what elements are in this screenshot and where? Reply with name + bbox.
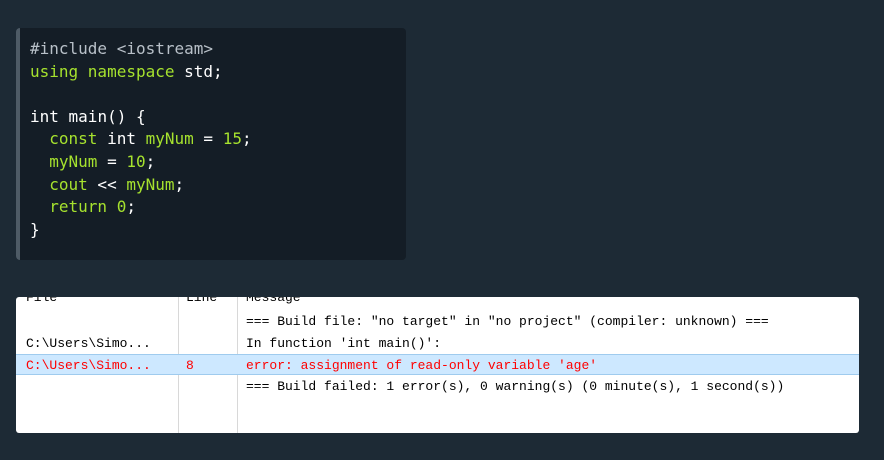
log-row[interactable]: C:\Users\Simo... In function 'int main()'… bbox=[16, 333, 859, 354]
code-line: cout << myNum; bbox=[30, 174, 406, 197]
code-line: const int myNum = 15; bbox=[30, 128, 406, 151]
log-cell-message: error: assignment of read-only variable … bbox=[246, 358, 598, 373]
code-token: cout bbox=[49, 174, 88, 194]
column-header-message[interactable]: Message bbox=[246, 297, 301, 305]
code-token: myNum bbox=[145, 129, 194, 149]
log-cell-message: === Build file: "no target" in "no proje… bbox=[246, 314, 769, 329]
code-token: main() { bbox=[58, 106, 146, 126]
code-token: int bbox=[97, 129, 146, 149]
code-token: ; bbox=[145, 151, 156, 171]
build-log-header: File Line Message bbox=[16, 297, 859, 310]
log-row[interactable]: === Build failed: 1 error(s), 0 warning(… bbox=[16, 376, 859, 397]
code-token: << bbox=[87, 174, 127, 194]
code-line: } bbox=[30, 219, 406, 242]
code-token: 10 bbox=[126, 151, 146, 171]
code-token: using namespace bbox=[30, 61, 175, 81]
code-token: 0 bbox=[116, 197, 127, 217]
code-token: #include <iostream> bbox=[30, 39, 214, 58]
code-token: } bbox=[30, 219, 40, 239]
code-token: 15 bbox=[222, 129, 242, 149]
log-cell-message: === Build failed: 1 error(s), 0 warning(… bbox=[246, 378, 785, 394]
log-cell-message: In function 'int main()': bbox=[246, 335, 442, 351]
code-token: myNum bbox=[126, 174, 175, 194]
column-header-file[interactable]: File bbox=[26, 297, 57, 305]
code-line: myNum = 10; bbox=[30, 151, 406, 174]
code-token: = bbox=[97, 151, 127, 171]
code-line: #include <iostream> bbox=[30, 38, 406, 61]
code-token: ; bbox=[241, 129, 252, 149]
code-token: ; bbox=[174, 174, 185, 194]
log-row[interactable]: === Build file: "no target" in "no proje… bbox=[16, 311, 859, 332]
code-token: std; bbox=[174, 61, 223, 81]
code-token: ; bbox=[126, 197, 136, 217]
build-log-panel[interactable]: File Line Message === Build file: "no ta… bbox=[16, 297, 859, 433]
code-line: return 0; bbox=[30, 196, 406, 219]
column-header-line[interactable]: Line bbox=[186, 297, 217, 305]
code-example: #include <iostream> using namespace std; … bbox=[16, 28, 406, 260]
code-token: myNum bbox=[49, 151, 98, 171]
code-token: int bbox=[30, 106, 59, 126]
log-cell-file: C:\Users\Simo... bbox=[26, 335, 151, 351]
code-line: int main() { bbox=[30, 106, 406, 129]
code-line: using namespace std; bbox=[30, 61, 406, 84]
log-row-error[interactable]: C:\Users\Simo... 8 error: assignment of re… bbox=[16, 354, 859, 375]
log-cell-line: 8 bbox=[186, 358, 194, 373]
code-token: return bbox=[49, 197, 108, 217]
code-line bbox=[30, 83, 406, 106]
code-token: const bbox=[49, 129, 98, 149]
log-cell-file: C:\Users\Simo... bbox=[26, 358, 151, 373]
code-token: = bbox=[193, 129, 223, 149]
